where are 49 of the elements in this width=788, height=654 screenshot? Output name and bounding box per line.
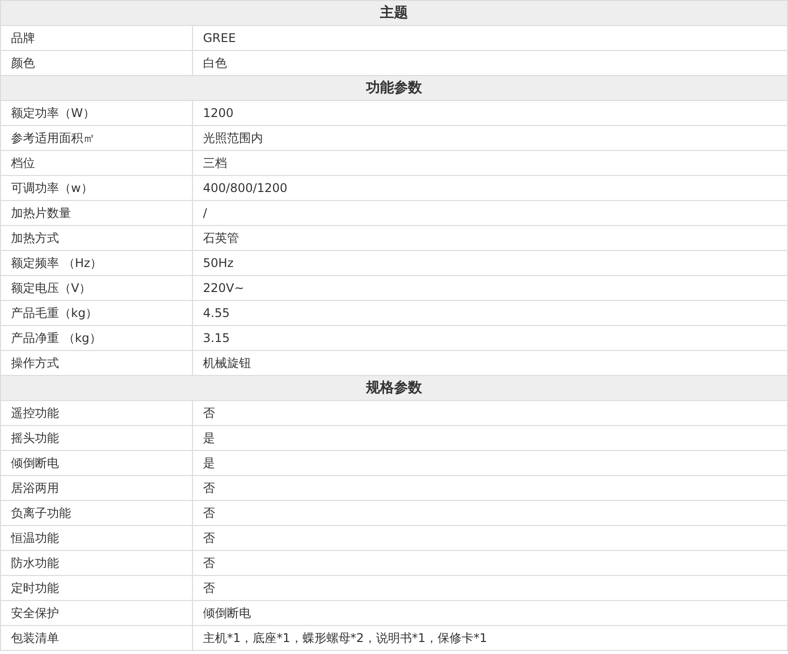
spec-label: 颜色 [0,50,192,76]
spec-value: 机械旋钮 [192,350,788,376]
spec-value: 是 [192,450,788,476]
spec-value: 否 [192,476,788,500]
spec-label: 负离子功能 [0,500,192,526]
spec-label: 参考适用面积㎡ [0,126,192,150]
spec-label: 恒温功能 [0,526,192,550]
spec-value: 白色 [192,50,788,76]
spec-value: 否 [192,500,788,526]
spec-label: 加热方式 [0,226,192,250]
spec-label: 加热片数量 [0,200,192,226]
spec-value: 50Hz [192,250,788,276]
spec-label: 倾倒断电 [0,450,192,476]
section-header: 功能参数 [0,76,788,100]
spec-value: 否 [192,550,788,576]
spec-label: 额定电压（V） [0,276,192,300]
section-header: 主题 [0,0,788,26]
spec-value: 否 [192,526,788,550]
spec-value: 主机*1，底座*1，蝶形螺母*2，说明书*1，保修卡*1 [192,626,788,650]
spec-value: 三档 [192,150,788,176]
spec-label: 品牌 [0,26,192,50]
spec-label: 定时功能 [0,576,192,600]
spec-label: 遥控功能 [0,400,192,426]
spec-label: 操作方式 [0,350,192,376]
spec-value: 1200 [192,100,788,126]
spec-value: / [192,200,788,226]
spec-label: 额定频率 （Hz） [0,250,192,276]
section-header: 规格参数 [0,376,788,400]
spec-value: 否 [192,576,788,600]
spec-label: 档位 [0,150,192,176]
spec-label: 防水功能 [0,550,192,576]
spec-value: 是 [192,426,788,450]
spec-label: 摇头功能 [0,426,192,450]
spec-label: 安全保护 [0,600,192,626]
spec-value: GREE [192,26,788,50]
spec-value: 220V~ [192,276,788,300]
spec-value: 400/800/1200 [192,176,788,200]
spec-label: 额定功率（W） [0,100,192,126]
spec-label: 可调功率（w） [0,176,192,200]
spec-label: 居浴两用 [0,476,192,500]
spec-label: 产品净重 （kg） [0,326,192,350]
spec-value: 3.15 [192,326,788,350]
spec-value: 否 [192,400,788,426]
spec-value: 光照范围内 [192,126,788,150]
spec-value: 倾倒断电 [192,600,788,626]
spec-value: 4.55 [192,300,788,326]
spec-label: 产品毛重（kg） [0,300,192,326]
spec-value: 石英管 [192,226,788,250]
spec-label: 包装清单 [0,626,192,650]
